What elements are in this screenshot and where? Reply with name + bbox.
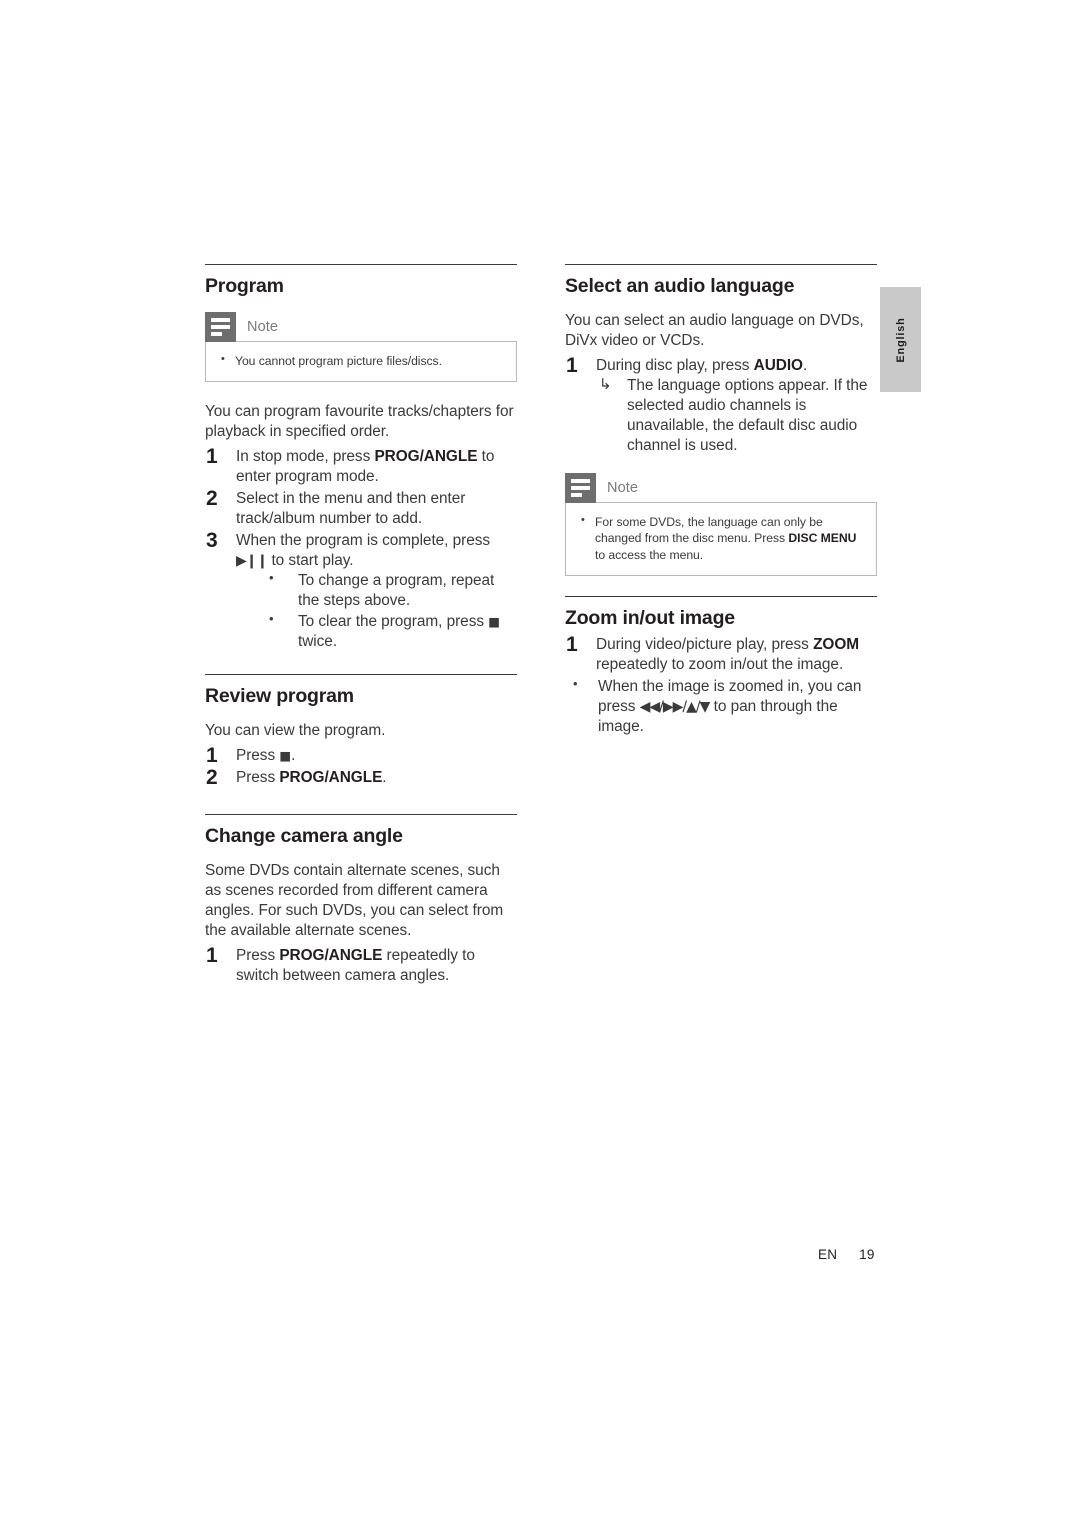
section-zoom-image: Zoom in/out image During video/picture p… [565, 595, 877, 737]
step-item: Press ■. [205, 743, 517, 770]
step-text: Select in the menu and then enter track/… [236, 490, 466, 528]
page-footer: EN 19 [818, 1247, 875, 1262]
step-text-pre: Press [236, 769, 280, 787]
page-title-audio-language: Select an audio language [565, 275, 795, 297]
bullet-item: When the image is zoomed in, you can pre… [565, 676, 877, 737]
section-rule [565, 595, 877, 597]
section-rule [205, 674, 517, 676]
step-item: Press PROG/ANGLE repeatedly to switch be… [205, 943, 517, 986]
camera-angle-steps: Press PROG/ANGLE repeatedly to switch be… [205, 943, 517, 986]
step-item: During video/picture play, press ZOOM re… [565, 632, 877, 675]
key-prog-angle: PROG/ANGLE [279, 947, 383, 965]
section-change-camera-angle: Change camera angle Some DVDs contain al… [205, 814, 517, 986]
key-audio: AUDIO [753, 356, 803, 374]
note-icon [205, 311, 236, 342]
bullet-text-post: twice. [298, 633, 338, 651]
step-text-pre: Press [236, 947, 280, 965]
page-title-zoom-image: Zoom in/out image [565, 606, 735, 629]
result-item: The language options appear. If the sele… [596, 375, 877, 456]
note-bullet: You cannot program picture files/discs. [218, 352, 504, 369]
play-pause-icon: ▶❙❙ [236, 553, 268, 570]
zoom-image-bullets: When the image is zoomed in, you can pre… [565, 676, 877, 737]
step-text-post: . [382, 769, 387, 787]
key-disc-menu: DISC MENU [788, 531, 857, 546]
manual-page: Program Note You cannot program picture … [0, 0, 1080, 1528]
key-prog-angle: PROG/ANGLE [374, 448, 478, 466]
note-text-post: to access the menu. [595, 547, 704, 562]
review-steps: Press ■. Press PROG/ANGLE. [205, 743, 517, 792]
bullet-item: To clear the program, press ■ twice. [236, 611, 517, 652]
zoom-image-steps: During video/picture play, press ZOOM re… [565, 632, 877, 675]
note-header: Note [205, 311, 517, 342]
section-rule [205, 264, 517, 265]
note-icon [565, 472, 596, 503]
navigation-arrows-icon: ◀◀/▶▶/▲/▼ [639, 698, 711, 715]
step-item: In stop mode, press PROG/ANGLE to enter … [205, 444, 517, 487]
step-item: Select in the menu and then enter track/… [205, 486, 517, 529]
audio-language-steps: During disc play, press AUDIO. The langu… [565, 353, 877, 456]
step-text-post: to start play. [267, 552, 354, 570]
note-box-program: Note You cannot program picture files/di… [205, 311, 517, 383]
program-steps: In stop mode, press PROG/ANGLE to enter … [205, 444, 517, 652]
stop-icon: ■ [279, 748, 292, 764]
step-text-pre: During disc play, press [596, 356, 754, 374]
section-review-program: Review program You can view the program.… [205, 674, 517, 792]
step-text-pre: When the program is complete, press [236, 532, 491, 550]
section-rule [565, 264, 877, 265]
section-rule [205, 814, 517, 816]
audio-language-intro: You can select an audio language on DVDs… [565, 311, 864, 349]
note-body: You cannot program picture files/discs. [205, 340, 517, 383]
note-header: Note [565, 472, 877, 503]
page-title-program: Program [205, 275, 284, 297]
language-tab: English [880, 287, 921, 392]
bullet-text-pre: To clear the program, press [298, 613, 489, 631]
note-title: Note [247, 318, 279, 335]
footer-locale: EN [818, 1247, 838, 1262]
section-audio-language: Select an audio language You can select … [565, 264, 877, 576]
note-box-audio-language: Note For some DVDs, the language can onl… [565, 472, 877, 576]
audio-language-result-list: The language options appear. If the sele… [596, 375, 877, 456]
step-text-post: repeatedly to zoom in/out the image. [596, 655, 844, 673]
step-text-post: . [802, 356, 808, 374]
footer-page-number: 19 [859, 1247, 875, 1262]
note-bullet: For some DVDs, the language can only be … [578, 513, 864, 563]
bullet-item: To change a program, repeat the steps ab… [236, 570, 517, 611]
section-program: Program Note You cannot program picture … [205, 264, 517, 652]
step-text-pre: Press [236, 747, 280, 765]
page-title-change-camera-angle: Change camera angle [205, 825, 403, 848]
note-body: For some DVDs, the language can only be … [565, 501, 877, 576]
language-tab-label: English [894, 316, 907, 363]
step-item: During disc play, press AUDIO. The langu… [565, 353, 877, 456]
step-text-pre: During video/picture play, press [596, 635, 814, 653]
program-intro: You can program favourite tracks/chapter… [205, 403, 514, 441]
step-text-post: . [291, 747, 296, 765]
step-item: Press PROG/ANGLE. [205, 765, 517, 792]
program-sub-bullets: To change a program, repeat the steps ab… [236, 570, 517, 652]
step-item: When the program is complete, press ▶❙❙ … [205, 528, 517, 652]
stop-icon: ■ [488, 614, 501, 630]
note-title: Note [607, 479, 639, 496]
right-column: Select an audio language You can select … [565, 264, 877, 738]
key-zoom: ZOOM [813, 635, 860, 653]
camera-angle-intro: Some DVDs contain alternate scenes, such… [205, 862, 504, 940]
left-column: Program Note You cannot program picture … [205, 264, 517, 988]
key-prog-angle: PROG/ANGLE [279, 769, 383, 787]
page-title-review-program: Review program [205, 685, 354, 708]
review-intro: You can view the program. [205, 722, 386, 740]
step-text-pre: In stop mode, press [236, 448, 375, 466]
